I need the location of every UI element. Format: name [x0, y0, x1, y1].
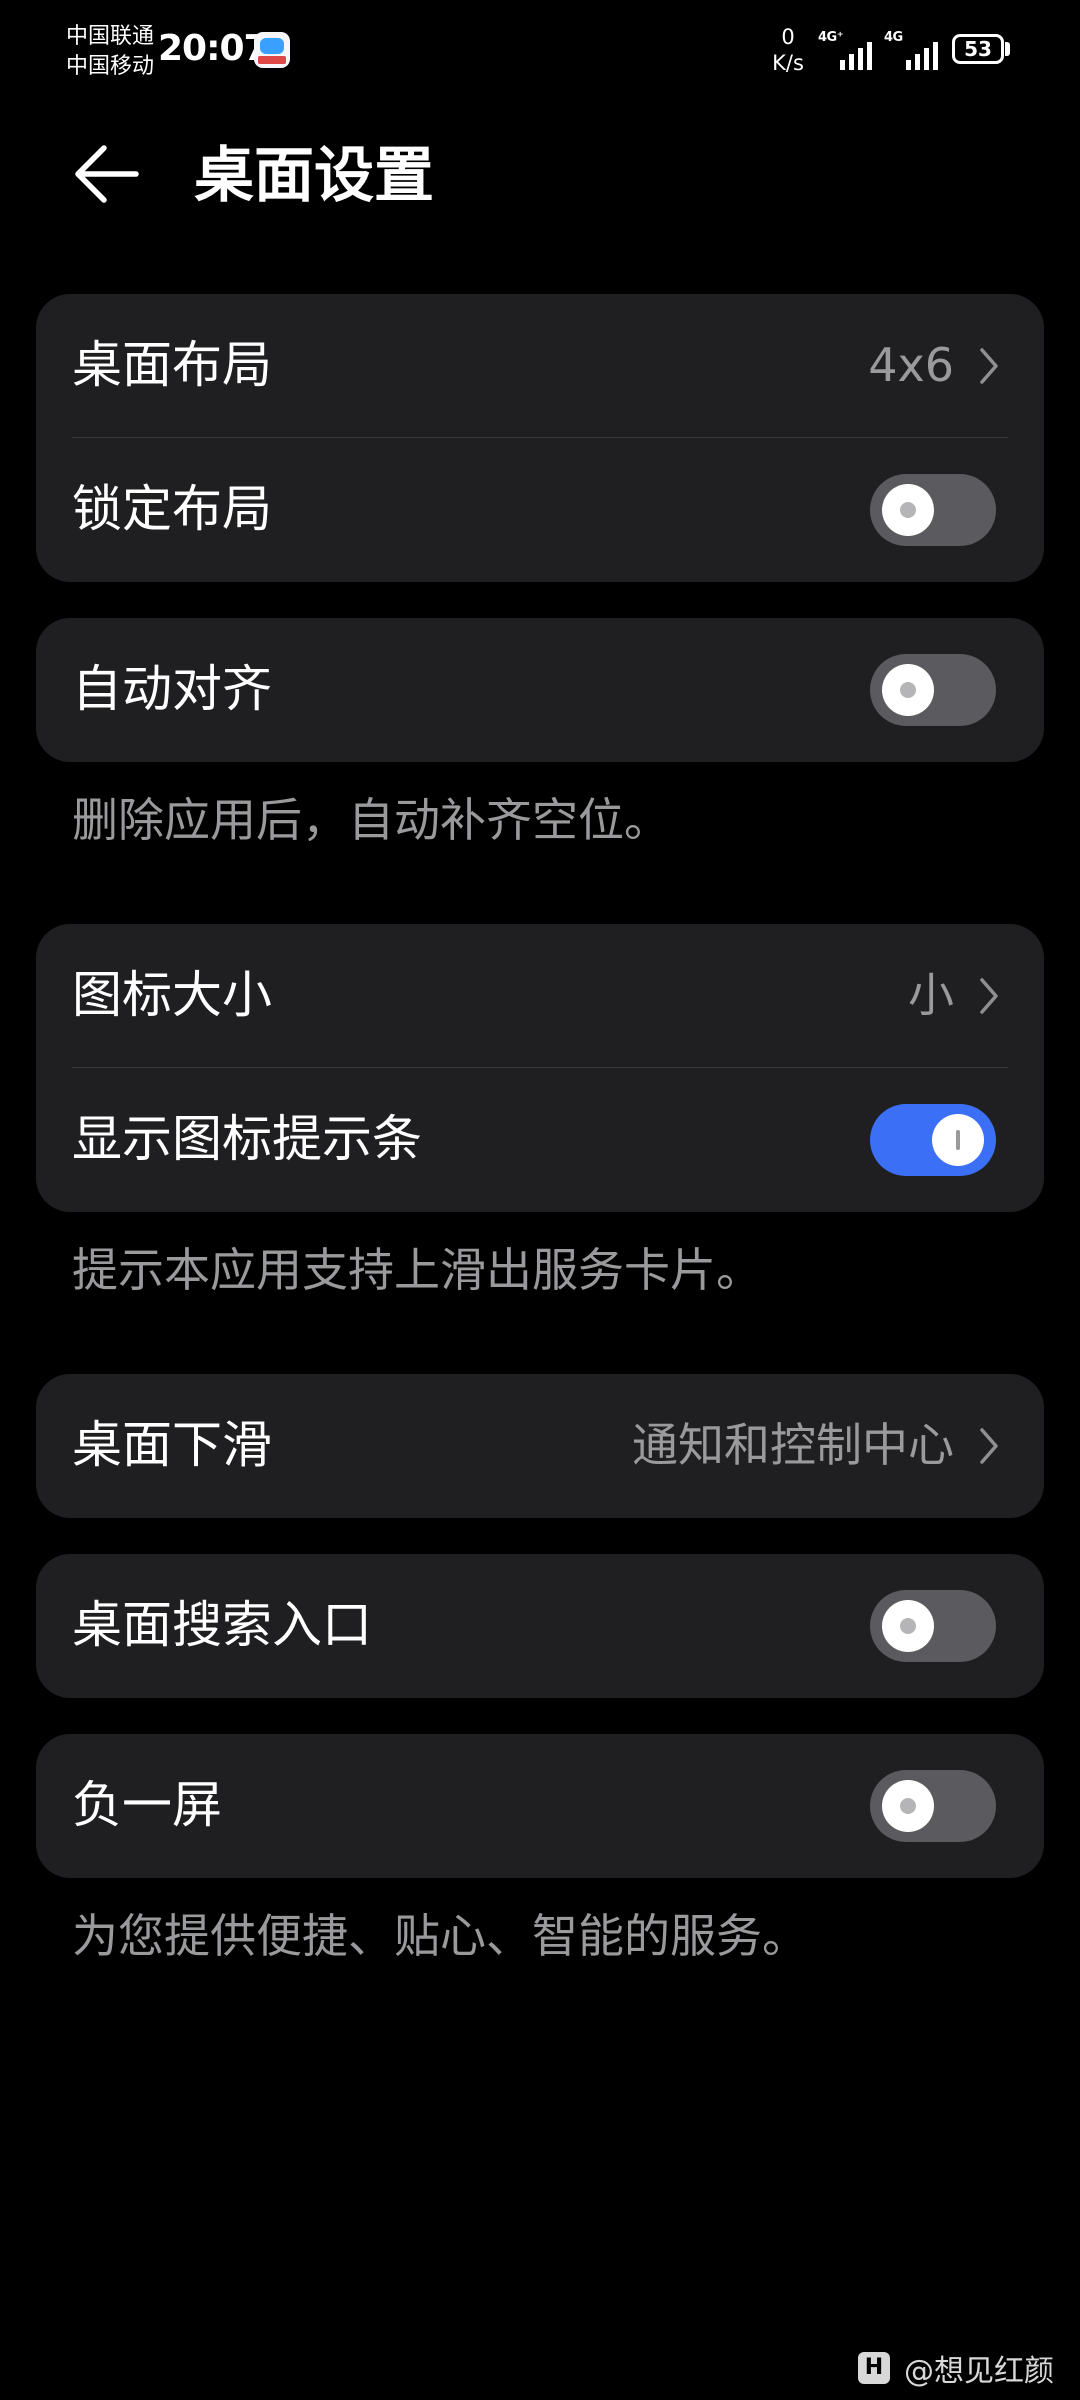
battery-level: 53 [964, 37, 992, 61]
auto-align-toggle[interactable] [870, 654, 996, 726]
minus-one-screen-row: 负一屏 [36, 1734, 1044, 1877]
lock-layout-toggle[interactable] [870, 474, 996, 546]
show-icon-hint-bar-label: 显示图标提示条 [72, 1110, 422, 1168]
auto-align-hint: 删除应用后，自动补齐空位。 [72, 793, 670, 847]
toggle-knob [932, 1114, 984, 1166]
chevron-right-icon [980, 1428, 998, 1464]
auto-align-label: 自动对齐 [72, 660, 272, 718]
icon-size-label: 图标大小 [72, 966, 272, 1024]
lock-layout-label: 锁定布局 [72, 480, 272, 538]
signal-strength-icon: 4G [884, 30, 948, 70]
carrier-names: 中国联通 中国移动 [66, 22, 154, 82]
signal-strength-icon: 4G⁺ [818, 30, 882, 70]
watermark: H @想见红颜 [858, 2348, 1054, 2389]
status-time: 20:07 [158, 28, 269, 69]
toggle-knob [882, 664, 934, 716]
network-speed-unit: K/s [772, 51, 804, 75]
chevron-right-icon [980, 348, 998, 384]
battery-cap [1005, 42, 1010, 56]
desktop-swipe-down-value: 通知和控制中心 [632, 1418, 954, 1472]
desktop-layout-value: 4x6 [868, 338, 954, 392]
watermark-text: @想见红颜 [904, 2354, 1054, 2389]
icon-settings-card: 图标大小 小 显示图标提示条 [36, 924, 1044, 1212]
auto-align-card: 自动对齐 [36, 618, 1044, 762]
icon-hint-bar-hint: 提示本应用支持上滑出服务卡片。 [72, 1243, 762, 1297]
desktop-swipe-down-row[interactable]: 桌面下滑 通知和控制中心 [36, 1374, 1044, 1517]
minus-one-screen-label: 负一屏 [72, 1776, 222, 1834]
chevron-right-icon [980, 978, 998, 1014]
layout-settings-card: 桌面布局 4x6 锁定布局 [36, 294, 1044, 582]
desktop-layout-row[interactable]: 桌面布局 4x6 [36, 294, 1044, 437]
battery-icon: 53 [952, 34, 1004, 64]
app-notification-icon [254, 32, 290, 68]
signal-2-label: 4G [884, 30, 903, 45]
carrier-2: 中国移动 [66, 54, 155, 79]
watermark-logo: H [858, 2352, 890, 2384]
arrow-left-icon [75, 145, 139, 203]
desktop-search-entry-row: 桌面搜索入口 [36, 1554, 1044, 1697]
lock-layout-row: 锁定布局 [36, 438, 1044, 581]
desktop-search-entry-label: 桌面搜索入口 [72, 1596, 372, 1654]
toggle-knob [882, 1600, 934, 1652]
icon-size-row[interactable]: 图标大小 小 [36, 924, 1044, 1067]
page-title: 桌面设置 [194, 141, 434, 211]
desktop-swipe-down-card: 桌面下滑 通知和控制中心 [36, 1374, 1044, 1518]
show-icon-hint-bar-row: 显示图标提示条 [36, 1068, 1044, 1211]
minus-one-screen-toggle[interactable] [870, 1770, 996, 1842]
network-speed-value: 0 [781, 25, 795, 49]
desktop-swipe-down-label: 桌面下滑 [72, 1416, 272, 1474]
desktop-layout-label: 桌面布局 [72, 336, 272, 394]
auto-align-row: 自动对齐 [36, 618, 1044, 761]
status-bar: 中国联通 中国移动 20:07 0 K/s 4G⁺ 4G 53 [0, 0, 1080, 110]
desktop-search-entry-card: 桌面搜索入口 [36, 1554, 1044, 1698]
toggle-knob [882, 1780, 934, 1832]
show-icon-hint-bar-toggle[interactable] [870, 1104, 996, 1176]
icon-size-value: 小 [908, 968, 954, 1022]
back-button[interactable] [64, 130, 154, 220]
carrier-1: 中国联通 [66, 24, 155, 49]
minus-one-screen-card: 负一屏 [36, 1734, 1044, 1878]
minus-one-screen-hint: 为您提供便捷、贴心、智能的服务。 [72, 1909, 808, 1963]
network-speed: 0 K/s [770, 24, 806, 76]
desktop-search-entry-toggle[interactable] [870, 1590, 996, 1662]
toggle-knob [882, 484, 934, 536]
